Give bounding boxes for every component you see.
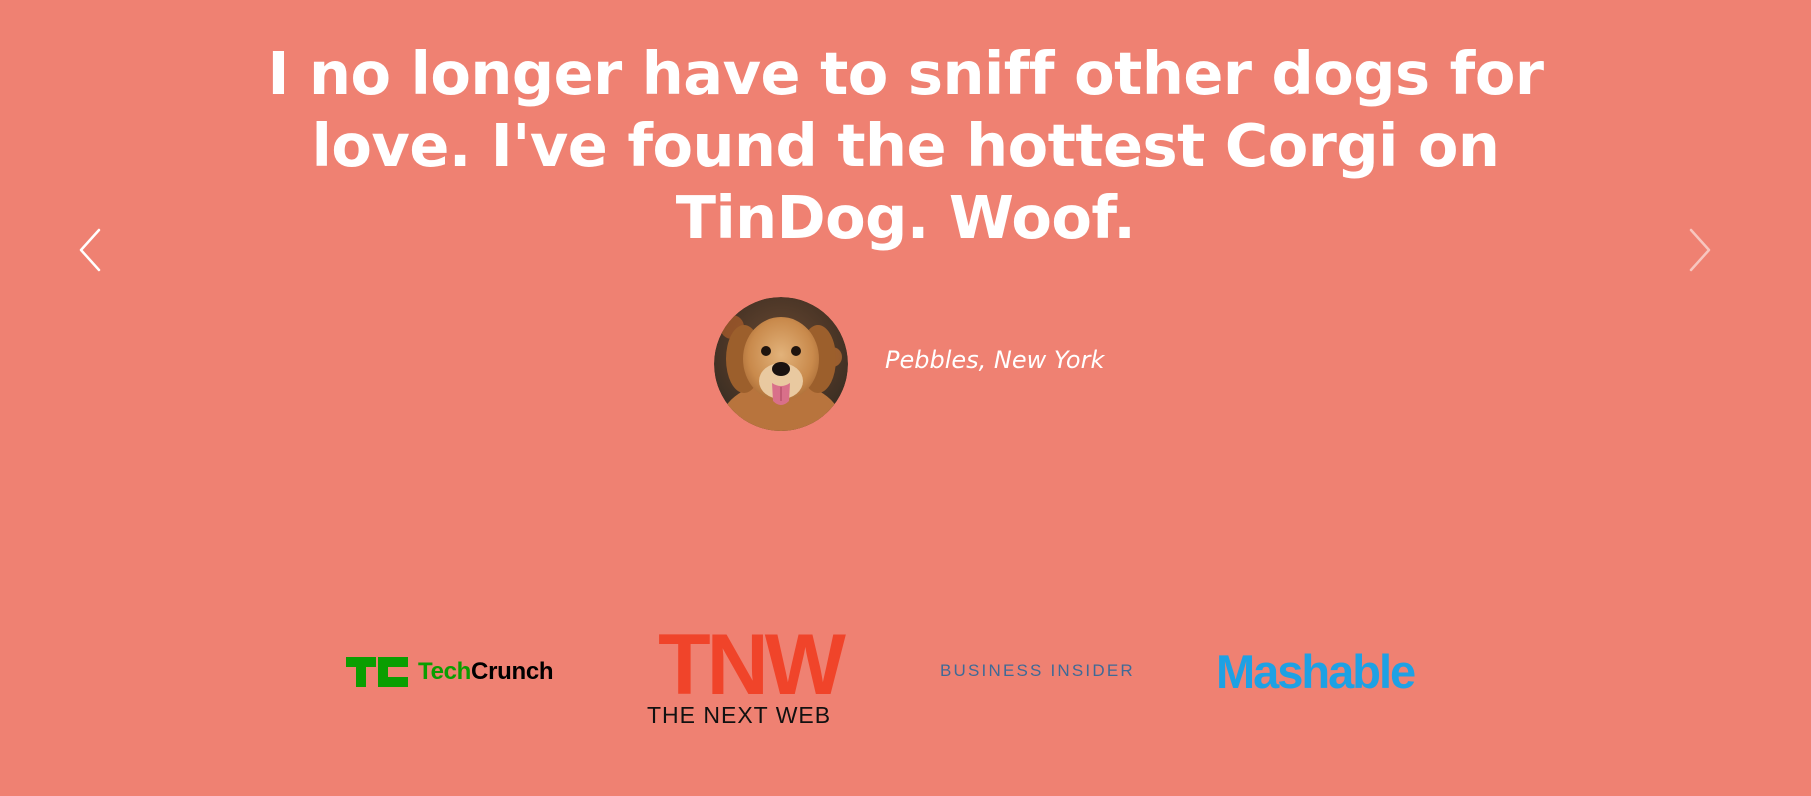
techcrunch-logo: TechCrunch xyxy=(346,652,554,692)
techcrunch-part-crunch: Crunch xyxy=(471,658,554,685)
mashable-logo: Mashable xyxy=(1216,645,1416,698)
testimonial-quote: I no longer have to sniff other dogs for… xyxy=(200,38,1611,254)
quote-line: I no longer have to sniff other dogs for xyxy=(267,39,1544,108)
dog-avatar-image xyxy=(714,297,848,431)
testimonial-carousel: I no longer have to sniff other dogs for… xyxy=(0,0,1811,520)
techcrunch-wordmark: TechCrunch xyxy=(418,658,554,686)
business-insider-logo: BUSINESS INSIDER xyxy=(940,661,1135,680)
testimonial-author-name: Pebbles, New York xyxy=(885,346,1105,374)
tnw-mark-icon: TNW xyxy=(658,617,851,713)
chevron-right-icon xyxy=(1689,228,1711,272)
chevron-left-icon xyxy=(79,228,101,272)
tnw-subtitle: THE NEXT WEB xyxy=(647,702,832,728)
quote-line: love. I've found the hottest Corgi on xyxy=(311,111,1500,180)
press-logos: TechCrunch TNW THE NEXT WEB BUSINESS INS… xyxy=(0,610,1811,730)
carousel-prev-button[interactable] xyxy=(70,222,110,278)
carousel-next-button[interactable] xyxy=(1680,222,1720,278)
quote-line: TinDog. Woof. xyxy=(675,183,1136,252)
tnw-mark-text: TNW xyxy=(658,620,847,702)
techcrunch-part-tech: Tech xyxy=(418,658,472,685)
testimonial-author: Pebbles, New York xyxy=(714,297,1104,431)
techcrunch-mark-icon xyxy=(346,657,408,687)
tnw-logo: TNW THE NEXT WEB xyxy=(637,617,863,730)
